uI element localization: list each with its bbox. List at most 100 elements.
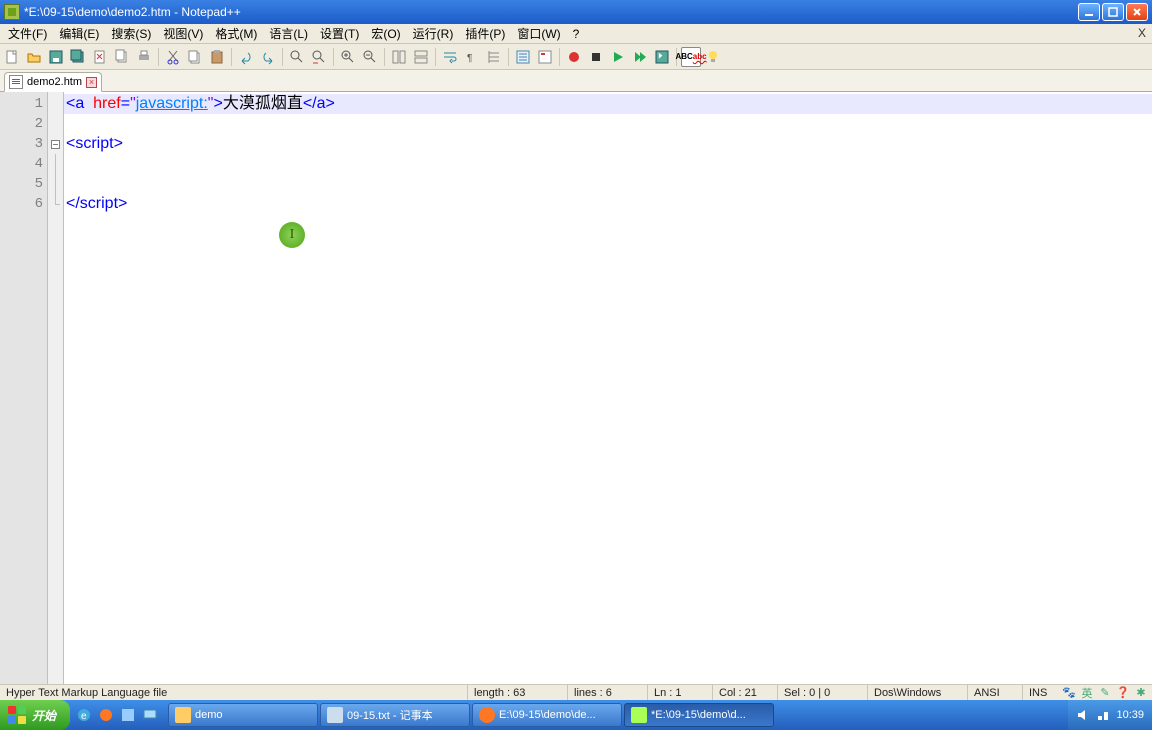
redo-icon[interactable]	[258, 47, 278, 67]
svg-text:e: e	[81, 711, 87, 722]
toolbar: ¶ ABCabc	[0, 44, 1152, 70]
ql-ie-icon[interactable]: e	[74, 704, 94, 726]
tab-label: demo2.htm	[27, 76, 82, 88]
system-tray: 10:39	[1068, 700, 1152, 730]
zoom-out-icon[interactable]	[360, 47, 380, 67]
sync-v-icon[interactable]	[389, 47, 409, 67]
app-icon	[4, 4, 20, 20]
menubar-close[interactable]: X	[1138, 26, 1146, 40]
editor[interactable]: 123456 <a href="javascript:">大漠孤烟直</a> <…	[0, 92, 1152, 684]
cut-icon[interactable]	[163, 47, 183, 67]
menu-window[interactable]: 窗口(W)	[511, 23, 566, 44]
task-browser[interactable]: E:\09-15\demo\de...	[472, 703, 622, 727]
play-icon[interactable]	[608, 47, 628, 67]
zoom-in-icon[interactable]	[338, 47, 358, 67]
line-gutter: 123456	[0, 92, 48, 684]
task-notepad[interactable]: 09-15.txt - 记事本	[320, 703, 470, 727]
close-button[interactable]	[1126, 3, 1148, 21]
fold-box-icon[interactable]	[51, 140, 60, 149]
tray-ime-icon[interactable]: 英	[1080, 686, 1094, 700]
fold-gutter	[48, 92, 64, 684]
tab-demo2[interactable]: demo2.htm ×	[4, 72, 102, 92]
find-icon[interactable]	[287, 47, 307, 67]
func-list-icon[interactable]	[513, 47, 533, 67]
record-icon[interactable]	[564, 47, 584, 67]
menu-settings[interactable]: 设置(T)	[314, 23, 365, 44]
start-button[interactable]: 开始	[0, 700, 70, 730]
ql-desktop-icon[interactable]	[140, 704, 160, 726]
status-sel: Sel : 0 | 0	[778, 685, 868, 700]
menu-plugin[interactable]: 插件(P)	[459, 23, 511, 44]
menu-edit[interactable]: 编辑(E)	[53, 23, 105, 44]
status-ins: INS	[1023, 685, 1058, 700]
menubar: 文件(F) 编辑(E) 搜索(S) 视图(V) 格式(M) 语言(L) 设置(T…	[0, 24, 1152, 44]
menu-format[interactable]: 格式(M)	[209, 23, 263, 44]
start-label: 开始	[32, 707, 56, 724]
taskbar-clock[interactable]: 10:39	[1116, 709, 1144, 721]
menu-macro[interactable]: 宏(O)	[365, 23, 406, 44]
minimize-button[interactable]	[1078, 3, 1100, 21]
menu-lang[interactable]: 语言(L)	[263, 23, 314, 44]
status-lines: lines : 6	[568, 685, 648, 700]
code-area[interactable]: <a href="javascript:">大漠孤烟直</a> <script>…	[64, 92, 1152, 684]
menu-view[interactable]: 视图(V)	[157, 23, 209, 44]
taskbar: 开始 e demo 09-15.txt - 记事本 E:\09-15\demo\…	[0, 700, 1152, 730]
code-line-3[interactable]: <script>	[64, 134, 1152, 154]
status-col: Col : 21	[713, 685, 778, 700]
save-all-icon[interactable]	[68, 47, 88, 67]
status-enc: ANSI	[968, 685, 1023, 700]
status-tray: 🐾 英 ✎ ❓ ✱	[1058, 686, 1152, 700]
window-buttons	[1078, 3, 1148, 21]
show-all-icon[interactable]: ¶	[462, 47, 482, 67]
save-macro-icon[interactable]	[652, 47, 672, 67]
svg-text:¶: ¶	[467, 53, 472, 64]
maximize-button[interactable]	[1102, 3, 1124, 21]
tray-help-icon[interactable]: ❓	[1116, 686, 1130, 700]
task-buttons: demo 09-15.txt - 记事本 E:\09-15\demo\de...…	[164, 702, 1068, 728]
file-icon	[9, 75, 23, 89]
status-length: length : 63	[468, 685, 568, 700]
status-filetype: Hyper Text Markup Language file	[0, 685, 468, 700]
ql-firefox-icon[interactable]	[96, 704, 116, 726]
wrap-icon[interactable]	[440, 47, 460, 67]
stop-icon[interactable]	[586, 47, 606, 67]
lightbulb-icon[interactable]	[703, 47, 723, 67]
copy-icon[interactable]	[185, 47, 205, 67]
spellcheck-icon[interactable]: ABCabc	[681, 47, 701, 67]
status-ln: Ln : 1	[648, 685, 713, 700]
close-file-icon[interactable]	[90, 47, 110, 67]
code-line-1[interactable]: <a href="javascript:">大漠孤烟直</a>	[64, 94, 1152, 114]
code-line-6[interactable]: </script>	[64, 194, 1152, 214]
new-icon[interactable]	[2, 47, 22, 67]
menu-help[interactable]: ?	[567, 25, 586, 43]
tray-gear-icon[interactable]: ✱	[1134, 686, 1148, 700]
replace-icon[interactable]	[309, 47, 329, 67]
code-line-5[interactable]	[64, 174, 1152, 194]
open-icon[interactable]	[24, 47, 44, 67]
task-npp[interactable]: *E:\09-15\demo\d...	[624, 703, 774, 727]
windows-logo-icon	[8, 706, 26, 724]
code-line-2[interactable]	[64, 114, 1152, 134]
print-icon[interactable]	[134, 47, 154, 67]
close-all-icon[interactable]	[112, 47, 132, 67]
menu-search[interactable]: 搜索(S)	[105, 23, 157, 44]
quick-launch: e	[70, 704, 164, 726]
tab-close-icon[interactable]: ×	[86, 77, 97, 88]
save-icon[interactable]	[46, 47, 66, 67]
menu-run[interactable]: 运行(R)	[407, 23, 460, 44]
task-demo[interactable]: demo	[168, 703, 318, 727]
ql-app-icon[interactable]	[118, 704, 138, 726]
code-line-4[interactable]	[64, 154, 1152, 174]
doc-map-icon[interactable]	[535, 47, 555, 67]
window-title: *E:\09-15\demo\demo2.htm - Notepad++	[24, 5, 1078, 19]
play-multi-icon[interactable]	[630, 47, 650, 67]
paste-icon[interactable]	[207, 47, 227, 67]
menu-file[interactable]: 文件(F)	[2, 23, 53, 44]
indent-guide-icon[interactable]	[484, 47, 504, 67]
undo-icon[interactable]	[236, 47, 256, 67]
tray-pencil-icon[interactable]: ✎	[1098, 686, 1112, 700]
titlebar: *E:\09-15\demo\demo2.htm - Notepad++	[0, 0, 1152, 24]
tabbar: demo2.htm ×	[0, 70, 1152, 92]
tray-paw-icon[interactable]: 🐾	[1062, 686, 1076, 700]
sync-h-icon[interactable]	[411, 47, 431, 67]
